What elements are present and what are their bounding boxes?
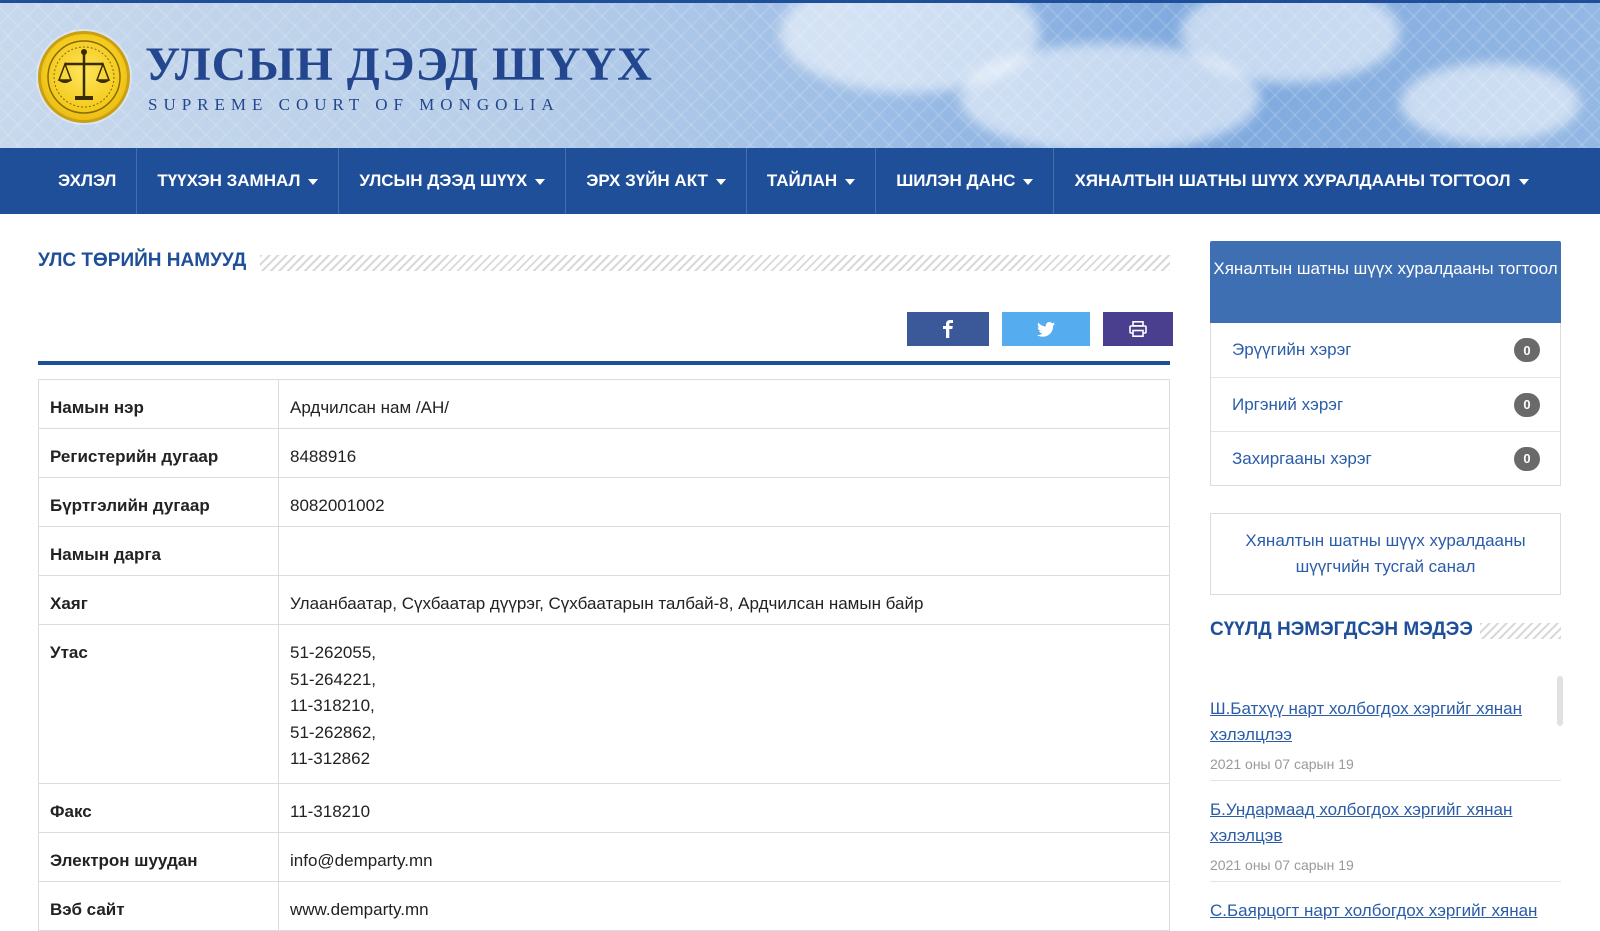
sidebar-item-label: Иргэний хэрэг xyxy=(1232,394,1344,414)
row-label: Утас xyxy=(50,643,88,662)
title-stripes-divider xyxy=(260,255,1170,271)
row-value: www.demparty.mn xyxy=(290,899,429,919)
site-title-mongolian[interactable]: УЛСЫН ДЭЭД ШҮҮХ xyxy=(145,37,653,92)
phone-number: 11-318210, xyxy=(290,696,375,715)
latest-news-heading: СҮҮЛД НЭМЭГДСЭН МЭДЭЭ xyxy=(1210,619,1473,640)
phone-number: 11-312862 xyxy=(290,749,371,768)
sidebar-item-label: Захиргааны хэрэг xyxy=(1232,448,1372,468)
nav-item-history[interactable]: Түүхэн замнал xyxy=(137,148,340,214)
chevron-down-icon xyxy=(535,179,546,185)
table-row: Утас 51-262055, 51-264221, 11-318210, 51… xyxy=(38,624,1170,784)
sidebar-item-label: Эрүүгийн хэрэг xyxy=(1232,340,1352,359)
phone-list: 51-262055, 51-264221, 11-318210, 51-2628… xyxy=(290,625,1158,783)
count-badge: 0 xyxy=(1514,392,1540,417)
news-link[interactable]: Ш.Батхүү нарт холбогдох хэргийг хянан хэ… xyxy=(1210,699,1522,744)
nav-item-transparent-account[interactable]: Шилэн данс xyxy=(876,148,1055,214)
row-value: Улаанбаатар, Сүхбаатар дүүрэг, Сүхбаатар… xyxy=(290,594,924,613)
site-title-english[interactable]: SUPREME COURT OF MONGOLIA xyxy=(148,95,560,115)
chevron-down-icon xyxy=(308,179,319,185)
page-title: УЛС ТӨРИЙН НАМУУД xyxy=(38,250,247,271)
phone-number: 51-264221, xyxy=(290,669,377,689)
nav-item-label: Тайлан xyxy=(766,171,838,190)
row-value: 8488916 xyxy=(290,447,357,466)
party-info-table: Намын нэр Ардчилсан нам /АН/ Регистерийн… xyxy=(38,379,1170,931)
scales-of-justice-icon xyxy=(47,40,121,114)
nav-item-supreme-court[interactable]: Улсын Дээд Шүүх xyxy=(339,148,567,214)
table-row: Намын нэр Ардчилсан нам /АН/ xyxy=(38,379,1170,429)
sidebar-judge-opinion-link[interactable]: Хяналтын шатны шүүх хуралдааны шүүгчийн … xyxy=(1210,513,1561,595)
table-row: Регистерийн дугаар 8488916 xyxy=(38,428,1170,478)
phone-number: 51-262055, xyxy=(290,643,377,662)
site-header: УЛСЫН ДЭЭД ШҮҮХ SUPREME COURT OF MONGOLI… xyxy=(0,0,1600,148)
list-item: С.Баярцогт нарт холбогдох хэргийг хянан … xyxy=(1210,882,1561,931)
twitter-icon xyxy=(1037,321,1055,337)
sidebar-decisions-heading[interactable]: Хяналтын шатны шүүх хуралдааны тогтоол xyxy=(1210,241,1561,323)
sidebar-item-administrative[interactable]: Захиргааны хэрэг 0 xyxy=(1211,431,1560,485)
twitter-share-button[interactable] xyxy=(1002,312,1090,346)
chevron-down-icon xyxy=(715,179,726,185)
chevron-down-icon xyxy=(1518,179,1529,185)
nav-item-label: Хяналтын шатны шүүх хуралдааны тогтоол xyxy=(1074,171,1511,190)
list-item: Б.Ундармаад холбогдох хэргийг хянан хэлэ… xyxy=(1210,781,1561,882)
row-label: Бүртгэлийн дугаар xyxy=(50,496,210,515)
row-label: Факс xyxy=(50,801,92,821)
table-row: Вэб сайт www.demparty.mn xyxy=(38,880,1170,931)
print-button[interactable] xyxy=(1103,312,1173,346)
nav-item-legal-acts[interactable]: Эрх зүйн акт xyxy=(566,148,747,214)
cloud-decoration xyxy=(1400,63,1580,143)
news-link[interactable]: С.Баярцогт нарт холбогдох хэргийг хянан … xyxy=(1210,901,1537,931)
nav-item-label: Эрх зүйн акт xyxy=(586,171,708,190)
table-row: Бүртгэлийн дугаар 8082001002 xyxy=(38,477,1170,527)
sidebar-category-list: Эрүүгийн хэрэг 0 Иргэний хэрэг 0 Захирга… xyxy=(1210,323,1561,486)
row-label: Вэб сайт xyxy=(50,899,125,919)
chevron-down-icon xyxy=(845,179,856,185)
table-row: Электрон шуудан info@demparty.mn xyxy=(38,831,1170,882)
row-value: 11-318210 xyxy=(290,801,371,821)
nav-item-reports[interactable]: Тайлан xyxy=(747,148,877,214)
court-seal-logo[interactable] xyxy=(38,31,130,123)
row-label: Намын нэр xyxy=(50,398,144,417)
nav-item-label: Улсын Дээд Шүүх xyxy=(359,171,528,190)
content-divider xyxy=(38,361,1170,365)
main-navigation: Эхлэл Түүхэн замнал Улсын Дээд Шүүх Эрх … xyxy=(0,148,1600,214)
row-value: Ардчилсан нам /АН/ xyxy=(290,398,449,417)
latest-news-list: Ш.Батхүү нарт холбогдох хэргийг хянан хэ… xyxy=(1210,680,1561,931)
table-row: Намын дарга xyxy=(38,526,1170,576)
news-date: 2021 оны 07 сарын 19 xyxy=(1210,756,1354,772)
table-row: Факс 11-318210 xyxy=(38,782,1170,833)
row-label: Намын дарга xyxy=(50,545,161,564)
row-label: Электрон шуудан xyxy=(50,850,198,870)
table-row: Хаяг Улаанбаатар, Сүхбаатар дүүрэг, Сүхб… xyxy=(38,575,1170,625)
row-label: Хаяг xyxy=(50,594,88,613)
news-stripes-divider xyxy=(1480,623,1561,639)
sidebar-item-civil[interactable]: Иргэний хэрэг 0 xyxy=(1211,377,1560,431)
row-value: info@demparty.mn xyxy=(290,850,433,870)
row-label: Регистерийн дугаар xyxy=(50,447,219,466)
facebook-share-button[interactable] xyxy=(907,312,989,346)
count-badge: 0 xyxy=(1514,338,1540,362)
printer-icon xyxy=(1129,321,1147,337)
row-value: 8082001002 xyxy=(290,496,385,515)
count-badge: 0 xyxy=(1514,446,1540,471)
news-scrollbar[interactable] xyxy=(1557,676,1563,726)
nav-item-label: Эхлэл xyxy=(58,171,117,190)
facebook-icon xyxy=(943,320,953,338)
nav-item-home[interactable]: Эхлэл xyxy=(38,148,138,214)
sidebar-item-criminal[interactable]: Эрүүгийн хэрэг 0 xyxy=(1211,323,1560,377)
nav-item-label: Шилэн данс xyxy=(896,171,1016,190)
news-link[interactable]: Б.Ундармаад холбогдох хэргийг хянан хэлэ… xyxy=(1210,800,1512,845)
nav-item-supervisory-decisions[interactable]: Хяналтын шатны шүүх хуралдааны тогтоол xyxy=(1054,148,1548,214)
chevron-down-icon xyxy=(1023,179,1034,185)
list-item: Ш.Батхүү нарт холбогдох хэргийг хянан хэ… xyxy=(1210,680,1561,781)
nav-item-label: Түүхэн замнал xyxy=(157,171,301,190)
phone-number: 51-262862, xyxy=(290,722,377,742)
news-date: 2021 оны 07 сарын 19 xyxy=(1210,857,1354,873)
row-value xyxy=(290,527,1158,542)
